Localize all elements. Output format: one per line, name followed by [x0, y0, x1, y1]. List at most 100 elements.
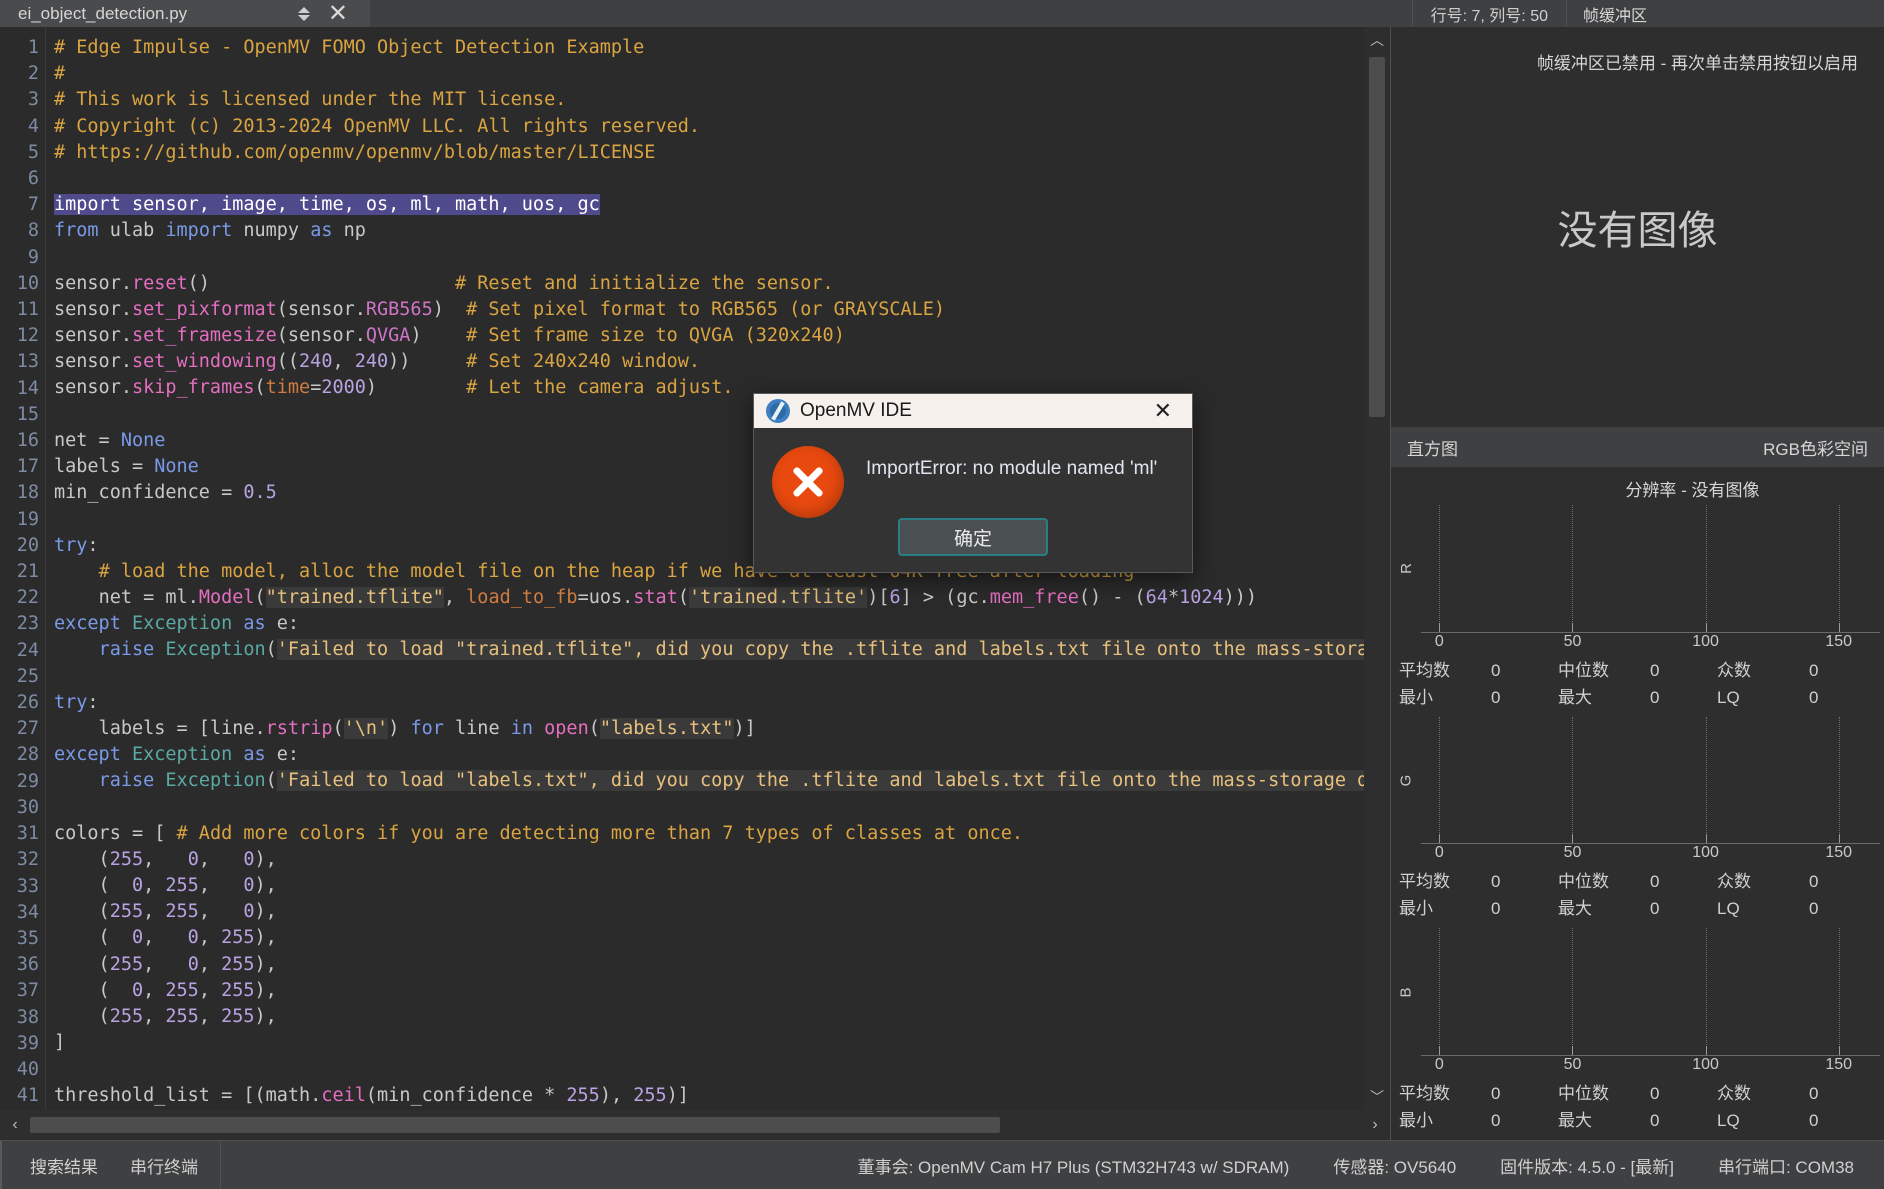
dialog-ok-button[interactable]: 确定: [898, 518, 1048, 556]
editor-file-tab[interactable]: ei_object_detection.py ✕: [0, 0, 370, 27]
stat-cell: 最小 0: [1399, 1107, 1558, 1134]
axis-tick-label: 0: [1434, 632, 1444, 650]
scroll-up-icon[interactable]: ︿: [1364, 27, 1390, 53]
stat-value: 0: [1491, 899, 1501, 919]
line-number: 19: [16, 508, 39, 530]
code-line[interactable]: from ulab import numpy as np: [54, 218, 1390, 244]
axis-tick: [1705, 1046, 1707, 1056]
gridline: [1439, 928, 1441, 1056]
axis-tick-label: 0: [1434, 844, 1444, 862]
stat-cell: 平均数 0: [1399, 1080, 1558, 1107]
code-line[interactable]: [54, 1056, 1390, 1082]
code-line[interactable]: sensor.set_windowing((240, 240)) # Set 2…: [54, 349, 1390, 375]
axis-tick-label: 150: [1825, 632, 1853, 650]
line-number: 29: [16, 770, 39, 792]
stat-cell: 平均数 0: [1399, 657, 1558, 684]
stat-key: 众数: [1717, 1084, 1751, 1104]
gridline: [1705, 716, 1707, 844]
stat-key: 平均数: [1399, 660, 1450, 680]
code-line[interactable]: ( 0, 255, 255),: [54, 978, 1390, 1004]
channel-plot: [1421, 928, 1880, 1057]
scroll-right-icon[interactable]: ›: [1360, 1116, 1390, 1134]
axis-tick-label: 100: [1692, 1056, 1719, 1074]
code-line[interactable]: ( 0, 0, 255),: [54, 925, 1390, 951]
split-view-icon[interactable]: [297, 6, 310, 21]
axis-tick-label: 100: [1692, 844, 1719, 862]
editor-vertical-scrollbar[interactable]: ︿ ﹀: [1364, 27, 1390, 1110]
code-line[interactable]: (255, 0, 255),: [54, 952, 1390, 978]
dialog-close-icon[interactable]: ✕: [1144, 398, 1182, 424]
histogram-colorspace-label[interactable]: RGB色彩空间: [1763, 435, 1868, 460]
dialog-message: ImportError: no module named 'ml': [866, 458, 1158, 479]
board-status: 董事会: OpenMV Cam H7 Plus (STM32H743 w/ SD…: [857, 1157, 1290, 1177]
horizontal-scroll-track[interactable]: [30, 1117, 1360, 1133]
line-number: 26: [16, 692, 39, 714]
code-line[interactable]: # Copyright (c) 2013-2024 OpenMV LLC. Al…: [54, 114, 1390, 140]
code-line[interactable]: ]: [54, 1030, 1390, 1056]
code-line[interactable]: # https://github.com/openmv/openmv/blob/…: [54, 140, 1390, 166]
stat-key: 最小: [1399, 687, 1433, 707]
code-line[interactable]: labels = [line.rstrip('\n') for line in …: [54, 716, 1390, 742]
code-line[interactable]: [54, 794, 1390, 820]
code-line[interactable]: [54, 664, 1390, 690]
axis-tick-label: 150: [1825, 1056, 1853, 1074]
code-line[interactable]: sensor.set_framesize(sensor.QVGA) # Set …: [54, 323, 1390, 349]
code-line[interactable]: colors = [ # Add more colors if you are …: [54, 821, 1390, 847]
vertical-scroll-thumb[interactable]: [1369, 57, 1385, 417]
stat-key: LQ: [1717, 1111, 1740, 1131]
line-number: 30: [16, 796, 39, 818]
stat-key: 平均数: [1399, 1084, 1450, 1104]
code-line[interactable]: #: [54, 61, 1390, 87]
code-line[interactable]: (255, 255, 255),: [54, 1004, 1390, 1030]
histogram-title: 直方图: [1407, 439, 1458, 459]
scroll-left-icon[interactable]: ‹: [0, 1116, 30, 1134]
code-line[interactable]: [54, 245, 1390, 271]
stat-row: 最小 0 最大 0 LQ 0: [1399, 895, 1876, 922]
error-dialog[interactable]: OpenMV IDE ✕ ImportError: no module name…: [753, 393, 1193, 573]
code-line[interactable]: # This work is licensed under the MIT li…: [54, 87, 1390, 113]
code-line[interactable]: raise Exception('Failed to load "labels.…: [54, 768, 1390, 794]
line-column-indicator: 行号: 7, 列号: 50: [1411, 0, 1566, 27]
bottom-tab-0[interactable]: 搜索结果: [30, 1153, 98, 1178]
code-line[interactable]: raise Exception('Failed to load "trained…: [54, 637, 1390, 663]
framebuffer-view[interactable]: 帧缓冲区已禁用 - 再次单击禁用按钮以启用 没有图像: [1391, 27, 1884, 427]
code-line[interactable]: sensor.reset() # Reset and initialize th…: [54, 271, 1390, 297]
close-icon[interactable]: ✕: [320, 1, 356, 26]
axis-tick: [1439, 1046, 1441, 1056]
line-number: 32: [16, 849, 39, 871]
axis-tick: [1572, 834, 1574, 844]
axis-tick: [1838, 622, 1840, 632]
framebuffer-disabled-message: 帧缓冲区已禁用 - 再次单击禁用按钮以启用: [1536, 54, 1859, 73]
code-line[interactable]: (255, 0, 0),: [54, 847, 1390, 873]
code-line[interactable]: except Exception as e:: [54, 611, 1390, 637]
code-line[interactable]: threshold_list = [(math.ceil(min_confide…: [54, 1083, 1390, 1109]
stat-cell: LQ 0: [1717, 895, 1876, 922]
code-line[interactable]: [54, 166, 1390, 192]
code-line[interactable]: net = ml.Model("trained.tflite", load_to…: [54, 585, 1390, 611]
code-line[interactable]: # Edge Impulse - OpenMV FOMO Object Dete…: [54, 35, 1390, 61]
line-number-gutter: 1 2 3 4 5 6 7 8 9 10 11 12 13 14 15 16 17 18 19 20 21 22 23 24 2…: [0, 27, 46, 1110]
line-number: 14: [16, 377, 39, 399]
code-line[interactable]: import sensor, image, time, os, ml, math…: [54, 192, 1390, 218]
editor-horizontal-scrollbar[interactable]: ‹ ›: [0, 1110, 1390, 1140]
code-line[interactable]: except Exception as e:: [54, 742, 1390, 768]
stat-value: 0: [1650, 872, 1660, 892]
line-number: 17: [16, 456, 39, 478]
code-line[interactable]: sensor.set_pixformat(sensor.RGB565) # Se…: [54, 297, 1390, 323]
line-number: 9: [27, 246, 39, 268]
axis-tick-label: 50: [1563, 844, 1582, 862]
bottom-tab-1[interactable]: 串行终端: [130, 1153, 198, 1178]
code-line[interactable]: ( 0, 255, 0),: [54, 873, 1390, 899]
channel-axis: 0 50 100 150: [1421, 1056, 1880, 1078]
stat-key: 中位数: [1558, 872, 1609, 892]
stat-cell: 中位数 0: [1558, 1080, 1717, 1107]
horizontal-scroll-thumb[interactable]: [30, 1117, 1000, 1133]
line-number: 23: [16, 613, 39, 635]
stat-cell: 众数 0: [1717, 657, 1876, 684]
stat-key: 平均数: [1399, 872, 1450, 892]
scroll-down-icon[interactable]: ﹀: [1364, 1084, 1390, 1110]
code-line[interactable]: try:: [54, 690, 1390, 716]
stat-row: 平均数 0 中位数 0 众数 0: [1399, 657, 1876, 684]
axis-tick-label: 100: [1692, 632, 1719, 650]
code-line[interactable]: (255, 255, 0),: [54, 899, 1390, 925]
